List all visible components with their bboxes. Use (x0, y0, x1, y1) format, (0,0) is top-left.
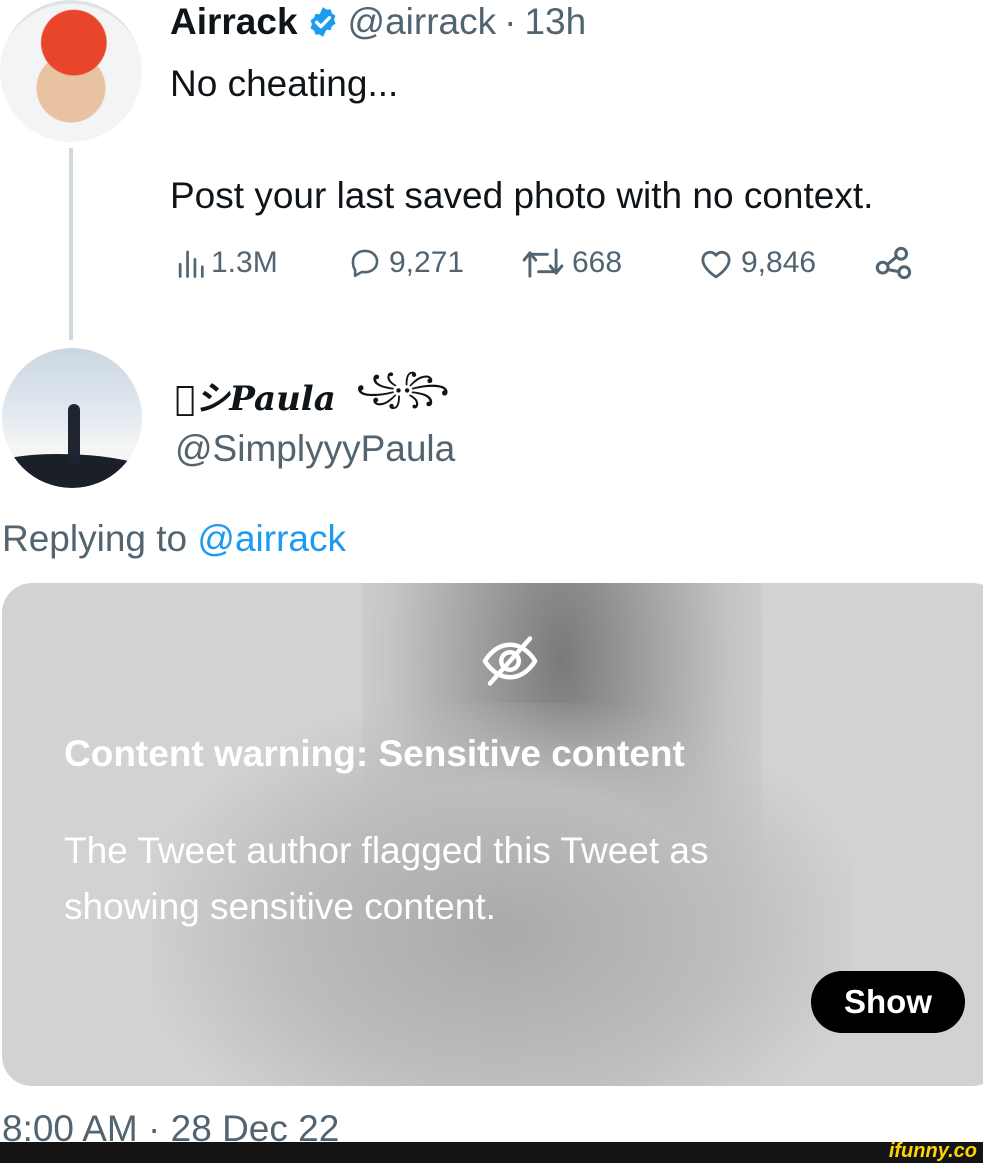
retweet-icon (522, 248, 564, 278)
verified-badge-icon (310, 7, 335, 37)
thread-line (69, 148, 73, 340)
reply-name-text: シPaula (175, 379, 336, 419)
separator-dot: · (504, 1, 517, 42)
tweet-header: Airrack @airrack · 13h (170, 0, 586, 44)
show-button[interactable]: Show (811, 971, 965, 1033)
eye-off-icon (482, 636, 538, 686)
retweet-count: 668 (572, 246, 623, 279)
views-stat[interactable]: 1.3M (175, 238, 278, 288)
name-decoration: ꧁꧂ (335, 371, 450, 406)
replying-to: Replying to @airrack (2, 518, 346, 560)
tweet-actions: 1.3M 9,271 668 9,846 (175, 238, 925, 288)
reply-count: 9,271 (389, 246, 465, 279)
watermark-bar (0, 1142, 983, 1163)
retweet-action[interactable]: 668 (520, 238, 622, 288)
views-bar-chart-icon (178, 250, 204, 278)
ifunny-watermark: ifunny.co (888, 1140, 977, 1162)
content-warning-title: Content warning: Sensitive content (64, 733, 685, 774)
tweet-time[interactable]: 13h (524, 1, 586, 43)
views-count: 1.3M (211, 246, 278, 279)
sensitive-media-card: Content warning: Sensitive content The T… (2, 583, 983, 1086)
share-action[interactable] (875, 238, 915, 288)
like-action[interactable]: 9,846 (697, 238, 816, 288)
avatar-figure (68, 404, 80, 464)
author-handle[interactable]: @airrack (348, 1, 497, 43)
reply-action[interactable]: 9,271 (347, 238, 464, 288)
paula-avatar[interactable] (2, 348, 142, 488)
reply-handle[interactable]: @SimplyyyPaula (175, 428, 455, 470)
author-name[interactable]: Airrack (170, 1, 298, 43)
content-warning-body: The Tweet author flagged this Tweet as s… (64, 830, 709, 927)
airrack-avatar[interactable] (0, 0, 142, 142)
replying-prefix: Replying to (2, 518, 188, 559)
like-count: 9,846 (741, 246, 817, 279)
heart-icon (701, 250, 731, 279)
tweet-text: No cheating... Post your last saved phot… (170, 63, 874, 216)
replying-to-link[interactable]: @airrack (197, 518, 346, 559)
share-icon (875, 246, 912, 280)
reply-bubble-icon (351, 249, 379, 278)
reply-display-name[interactable]: シPaula ꧁꧂ (175, 365, 450, 426)
